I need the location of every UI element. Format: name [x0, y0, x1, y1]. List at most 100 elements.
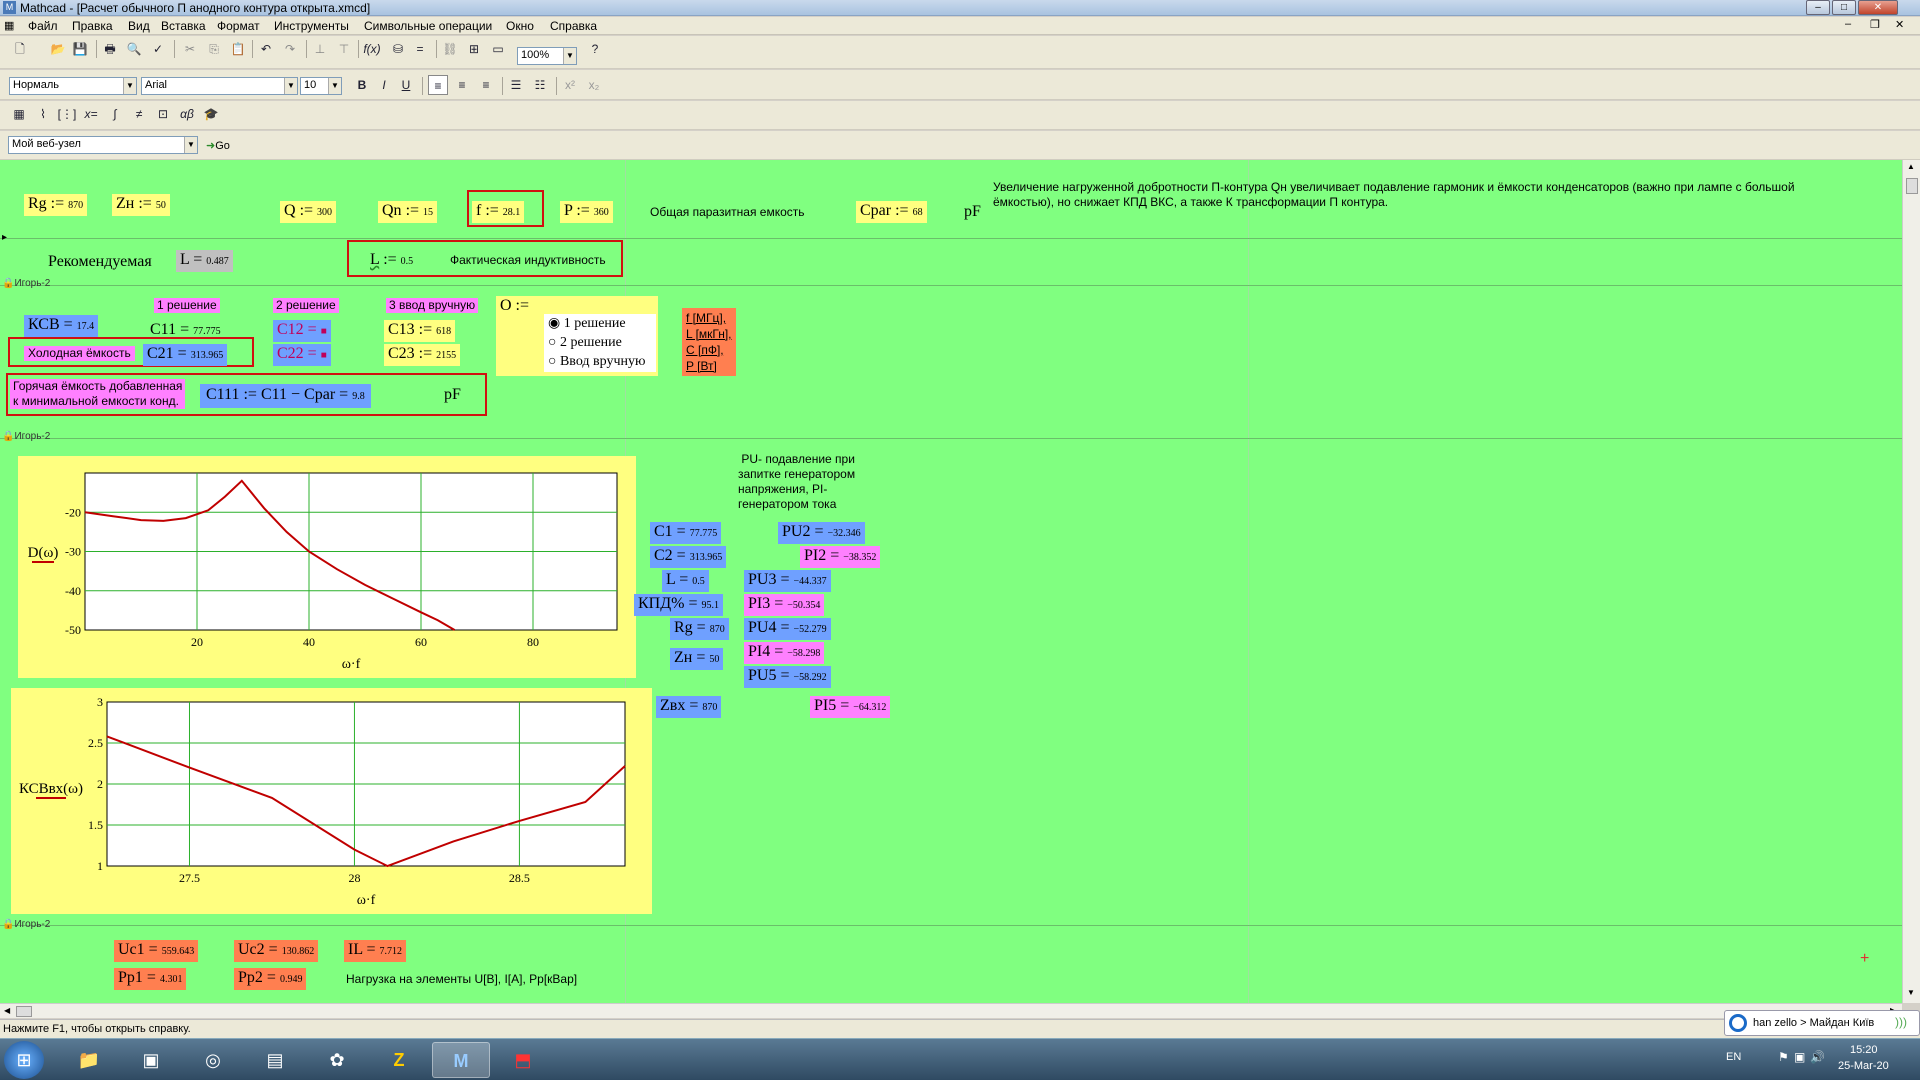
resources-icon[interactable]: ▭ [488, 39, 508, 59]
print-preview-icon[interactable]: 🔍 [124, 39, 144, 59]
menu-file[interactable]: Файл [28, 19, 58, 33]
region-label[interactable]: 🔒Игорь-2 [2, 278, 50, 289]
tray-flag-icon[interactable]: ⚑ [1778, 1050, 1789, 1064]
region-expand-icon[interactable]: ▸ [2, 232, 7, 243]
redo-icon[interactable]: ↷ [280, 39, 300, 59]
cut-icon[interactable]: ✂ [180, 39, 200, 59]
pi2-result[interactable]: PI2 = −38.352 [800, 546, 881, 568]
l-recommended[interactable]: L = 0.487 [176, 250, 233, 272]
ksv-result[interactable]: КСВ = 17.4 [24, 315, 99, 337]
il-result[interactable]: IL = 7.712 [344, 940, 407, 962]
italic-icon[interactable]: I [374, 75, 394, 95]
qn-definition[interactable]: Qn := 15 [378, 201, 438, 223]
tray-volume-icon[interactable]: 🔊 [1810, 1050, 1825, 1064]
radio-manual[interactable]: ○ Ввод вручную [544, 352, 649, 372]
c23-definition[interactable]: C23 := 2155 [384, 344, 461, 366]
vertical-scrollbar[interactable]: ▲ ▼ [1902, 160, 1920, 1003]
greek-toolbar-icon[interactable]: αβ [177, 104, 197, 124]
doc-minimize-button[interactable]: – [1845, 18, 1851, 30]
zh-result[interactable]: Zн = 50 [670, 648, 724, 670]
zello-taskbar-icon[interactable]: Z [370, 1042, 428, 1078]
l-actual-definition[interactable]: L := 0.5 [366, 250, 417, 272]
calculator-toolbar-icon[interactable]: ▦ [9, 104, 29, 124]
maximize-button[interactable]: □ [1832, 0, 1856, 15]
open-icon[interactable]: 📂 [48, 39, 68, 59]
superscript-icon[interactable]: x² [560, 75, 580, 95]
menu-insert[interactable]: Вставка [161, 19, 206, 33]
c12-result[interactable]: C12 = ■ [273, 320, 331, 342]
pu5-result[interactable]: PU5 = −58.292 [744, 666, 831, 688]
kpd-result[interactable]: КПД% = 95.1 [634, 594, 723, 616]
print-icon[interactable]: 🖶 [100, 39, 120, 59]
align-center-icon[interactable]: ≡ [452, 75, 472, 95]
pu2-result[interactable]: PU2 = −32.346 [778, 522, 865, 544]
menu-format[interactable]: Формат [217, 19, 260, 33]
symbolic-toolbar-icon[interactable]: 🎓 [201, 104, 221, 124]
p-definition[interactable]: P := 360 [560, 201, 613, 223]
menu-view[interactable]: Вид [128, 19, 150, 33]
copy-icon[interactable]: ⎘ [204, 39, 224, 59]
align-left-icon[interactable]: ≡ [428, 75, 448, 95]
region-label-3[interactable]: 🔒Игорь-2 [2, 919, 50, 930]
evaluation-toolbar-icon[interactable]: x= [81, 104, 101, 124]
l-result[interactable]: L = 0.5 [662, 570, 709, 592]
language-indicator[interactable]: EN [1726, 1051, 1741, 1063]
f-definition[interactable]: f := 28.1 [472, 201, 525, 223]
close-button[interactable]: ✕ [1858, 0, 1898, 15]
region-label-2[interactable]: 🔒Игорь-2 [2, 431, 50, 442]
q-definition[interactable]: Q := 300 [280, 201, 337, 223]
numbering-icon[interactable]: ☷ [530, 75, 550, 95]
pi3-result[interactable]: PI3 = −50.354 [744, 594, 825, 616]
c21-result[interactable]: C21 = 313.965 [143, 344, 228, 366]
spellcheck-icon[interactable]: ✓ [148, 39, 168, 59]
align-right-icon[interactable]: ≡ [476, 75, 496, 95]
uc1-result[interactable]: Uc1 = 559.643 [114, 940, 199, 962]
doc-icon[interactable]: ▦ [4, 19, 14, 32]
graph-toolbar-icon[interactable]: ⌇ [33, 104, 53, 124]
pi4-result[interactable]: PI4 = −58.298 [744, 642, 825, 664]
app-icon[interactable]: M [3, 1, 16, 14]
c13-definition[interactable]: C13 := 618 [384, 320, 456, 342]
underline-icon[interactable]: U [396, 75, 416, 95]
c22-result[interactable]: C22 = ■ [273, 344, 331, 366]
align-across-icon[interactable]: ⊤ [334, 39, 354, 59]
worksheet[interactable]: Rg := 870 Zн := 50 Q := 300 Qn := 15 f :… [0, 160, 1902, 1003]
pp1-result[interactable]: Pp1 = 4.301 [114, 968, 187, 990]
doc-restore-button[interactable]: ❐ [1870, 18, 1880, 31]
start-button[interactable]: ⊞ [4, 1041, 44, 1079]
go-button[interactable]: ➜Go [206, 139, 230, 152]
zbx-result[interactable]: Zвх = 870 [656, 696, 722, 718]
scroll-left-icon[interactable]: ◀ [4, 1006, 10, 1015]
explorer-icon[interactable]: 📁 [60, 1042, 118, 1078]
align-icon[interactable]: ⊥ [310, 39, 330, 59]
save-icon[interactable]: 💾 [70, 39, 90, 59]
doc-close-button[interactable]: ✕ [1895, 18, 1904, 31]
insert-function-icon[interactable]: f(x) [362, 39, 382, 59]
rg-result[interactable]: Rg = 870 [670, 618, 729, 640]
scroll-down-icon[interactable]: ▼ [1907, 988, 1915, 997]
component-icon[interactable]: ⊞ [464, 39, 484, 59]
pi5-result[interactable]: PI5 = −64.312 [810, 696, 891, 718]
help-icon[interactable]: ? [585, 39, 605, 59]
programming-toolbar-icon[interactable]: ⊡ [153, 104, 173, 124]
app-icon-2[interactable]: ▣ [122, 1042, 180, 1078]
bullets-icon[interactable]: ☰ [506, 75, 526, 95]
paste-icon[interactable]: 📋 [228, 39, 248, 59]
matrix-toolbar-icon[interactable]: [⋮] [57, 104, 77, 124]
plot-d-omega[interactable]: 20 40 60 80 -20 -30 -40 -50 ω·f D(ω) [18, 456, 636, 678]
menu-symbolics[interactable]: Символьные операции [364, 19, 492, 33]
c111-result[interactable]: C111 := C11 − Cpar = 9.8 [200, 384, 371, 408]
pu3-result[interactable]: PU3 = −44.337 [744, 570, 831, 592]
scroll-up-icon[interactable]: ▲ [1907, 162, 1915, 171]
radio-solution2[interactable]: ○ 2 решение [544, 333, 626, 353]
pdf-reader-icon[interactable]: ⬒ [494, 1042, 552, 1078]
hscroll-thumb[interactable] [16, 1006, 32, 1017]
uc2-result[interactable]: Uc2 = 130.862 [234, 940, 319, 962]
pp2-result[interactable]: Pp2 = 0.949 [234, 968, 307, 990]
menu-help[interactable]: Справка [550, 19, 597, 33]
mathcad-taskbar-icon[interactable]: M [432, 1042, 490, 1078]
c1-result[interactable]: C1 = 77.775 [650, 522, 722, 544]
insert-unit-icon[interactable]: ⛁ [388, 39, 408, 59]
style-select[interactable]: Нормаль ▼ [9, 77, 137, 95]
zello-widget[interactable]: han zello > Майдан Київ ))) [1724, 1010, 1920, 1036]
